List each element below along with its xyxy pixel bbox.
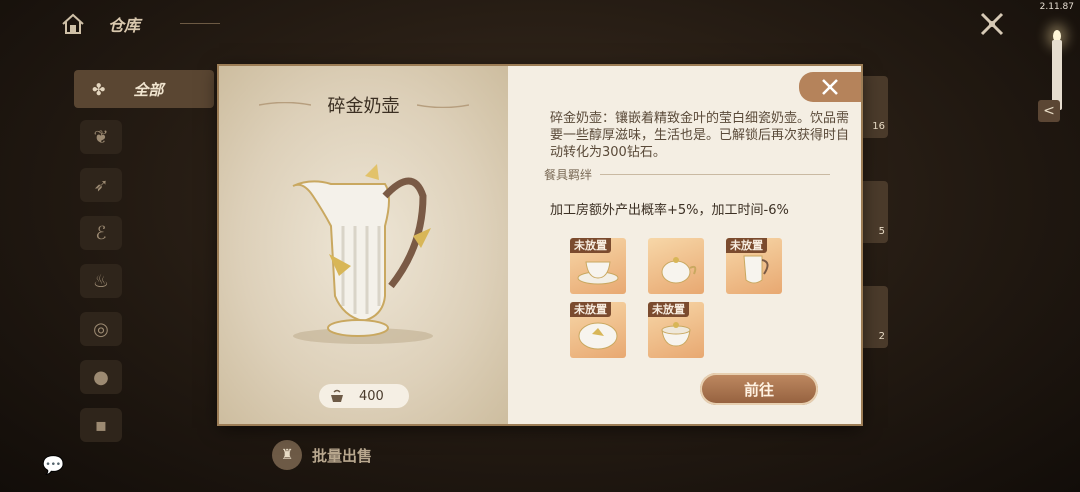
category-egg-icon[interactable]: ● <box>80 360 122 394</box>
category-more-icon[interactable]: ▪ <box>80 408 122 442</box>
slot-tag: 未放置 <box>726 238 767 253</box>
teapot-icon <box>661 257 697 284</box>
category-bow-icon[interactable]: ➶ <box>80 168 122 202</box>
batch-sell-button[interactable]: ♜ 批量出售 <box>272 440 372 470</box>
set-slot-milk-pitcher[interactable]: 未放置 <box>726 238 782 294</box>
tab-all-label: 全部 <box>133 80 164 99</box>
title-divider <box>180 23 220 24</box>
item-count: 2 <box>878 331 885 342</box>
milk-pitcher-icon <box>743 255 769 284</box>
sugar-bowl-icon <box>661 322 691 347</box>
item-description: 碎金奶壶：镶嵌着精致金叶的莹白细瓷奶壶。饮品需要一些醇厚滋味，生活也是。已解锁后… <box>550 111 850 160</box>
item-count: 5 <box>878 226 885 237</box>
modal-close-button[interactable] <box>799 72 861 102</box>
set-slot-teapot[interactable] <box>648 238 704 294</box>
slot-tag: 未放置 <box>648 302 689 317</box>
category-pot-icon[interactable]: ♨ <box>80 264 122 298</box>
set-slot-teacup[interactable]: 未放置 <box>570 238 626 294</box>
set-slot-plate[interactable]: 未放置 <box>570 302 626 358</box>
inventory-item[interactable]: 16 <box>858 76 888 138</box>
category-circle-icon[interactable]: ◎ <box>80 312 122 346</box>
item-count: 16 <box>872 121 885 132</box>
price-pill: 400 <box>319 384 409 408</box>
slot-tag: 未放置 <box>570 238 611 253</box>
clover-icon: ✤ <box>92 79 106 99</box>
flourish-right <box>417 104 469 108</box>
tab-all[interactable]: ✤ 全部 <box>74 70 214 108</box>
inventory-item[interactable]: 5 <box>858 181 888 243</box>
version-label: 2.11.87 <box>1039 2 1074 12</box>
inventory-item[interactable]: 2 <box>858 286 888 348</box>
batch-sell-label: 批量出售 <box>312 446 373 465</box>
close-icon[interactable] <box>978 10 1006 38</box>
chevron-left-icon[interactable]: < <box>1038 100 1060 122</box>
item-detail-modal: 碎金奶壶 400 碎金奶壶：镶嵌着精致金叶的莹白细瓷奶壶。饮品需要一些醇厚滋味，… <box>219 66 861 424</box>
close-icon <box>822 79 838 95</box>
coin-pot-icon <box>331 389 343 402</box>
category-leaf-icon[interactable]: ❦ <box>80 120 122 154</box>
set-label: 餐具羁绊 <box>544 168 593 182</box>
item-preview-panel: 碎金奶壶 400 <box>219 66 508 424</box>
item-info-panel: 碎金奶壶：镶嵌着精致金叶的莹白细瓷奶壶。饮品需要一些醇厚滋味，生活也是。已解锁后… <box>508 66 861 424</box>
plate-icon <box>578 322 618 350</box>
set-divider <box>600 174 830 175</box>
slot-tag: 未放置 <box>570 302 611 317</box>
home-icon[interactable] <box>60 11 86 37</box>
set-slot-sugar-bowl[interactable]: 未放置 <box>648 302 704 358</box>
teacup-icon <box>577 261 619 285</box>
milk-pitcher-image <box>292 164 433 344</box>
page-title: 仓库 <box>108 16 141 35</box>
chat-icon[interactable]: 💬 <box>42 455 68 477</box>
category-ring-icon[interactable]: ℰ <box>80 216 122 250</box>
set-bonus: 加工房额外产出概率+5%，加工时间-6% <box>550 203 789 218</box>
bag-icon: ♜ <box>272 440 302 470</box>
top-bar: 仓库 <box>60 8 140 40</box>
go-button[interactable]: 前往 <box>700 373 818 405</box>
price-value: 400 <box>359 388 384 404</box>
